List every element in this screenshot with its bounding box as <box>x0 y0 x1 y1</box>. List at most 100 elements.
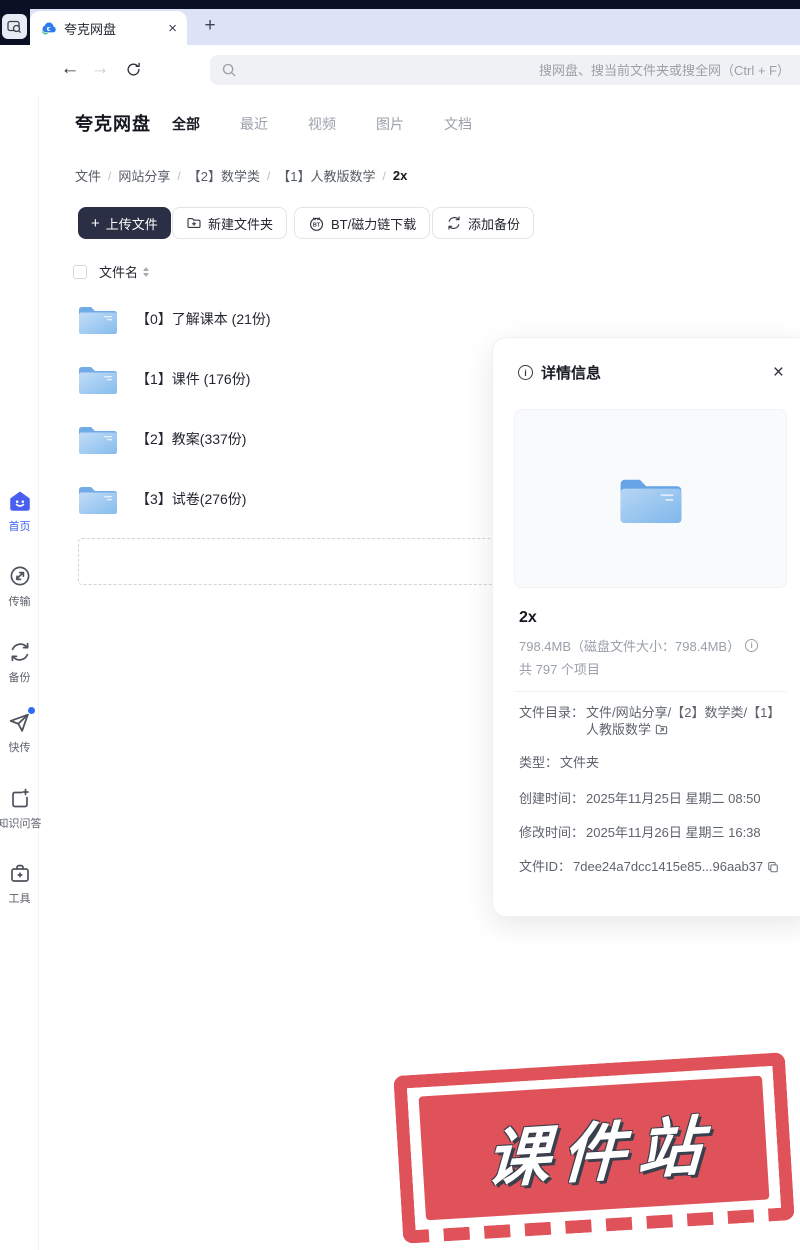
stamp-inner: 课件站 <box>419 1076 770 1221</box>
tab-bar-left-dark <box>0 9 30 45</box>
page-title: 夸克网盘 <box>75 110 151 136</box>
file-row[interactable]: 【3】试卷(276份) <box>78 471 478 527</box>
file-id-value: 7dee24a7dcc1415e85...96aab37 <box>573 858 779 875</box>
sidebar-item-backup[interactable]: 备份 <box>0 639 39 685</box>
backup-icon <box>7 639 33 665</box>
info-icon: i <box>518 365 533 380</box>
bt-download-label: BT/磁力链下载 <box>331 214 416 233</box>
goto-folder-icon[interactable] <box>655 723 668 736</box>
breadcrumb-separator: / <box>383 169 386 183</box>
select-all-checkbox[interactable] <box>73 265 87 279</box>
breadcrumb-item[interactable]: 【1】人教版数学 <box>277 166 375 185</box>
svg-text:BT: BT <box>313 222 321 228</box>
folder-preview <box>514 409 787 588</box>
quick-send-icon <box>7 709 33 735</box>
quark-cloud-logo-icon <box>40 20 57 37</box>
detail-type-row: 类型： 文件夹 <box>519 754 791 771</box>
folder-name: 【2】教案(337份) <box>136 429 246 449</box>
stamp-text: 课件站 <box>472 1094 716 1201</box>
folder-plus-icon <box>186 215 202 231</box>
plus-icon: + <box>91 215 100 232</box>
modified-value: 2025年11月26日 星期三 16:38 <box>586 824 761 841</box>
tab-search-button[interactable] <box>2 14 27 39</box>
quark-drive-window: 夸克网盘 × + ← → 首页 传输 <box>0 0 800 1250</box>
tab-all[interactable]: 全部 <box>172 114 200 134</box>
folder-icon <box>78 423 118 455</box>
modified-label: 修改时间： <box>519 824 584 841</box>
bt-icon: BT <box>308 215 325 232</box>
bt-download-button[interactable]: BT BT/磁力链下载 <box>294 207 430 239</box>
new-folder-button[interactable]: 新建文件夹 <box>172 207 287 239</box>
file-id-label: 文件ID： <box>519 858 571 875</box>
size-text: 798.4MB（磁盘文件大小：798.4MB） <box>519 636 740 655</box>
refresh-button[interactable] <box>119 55 147 83</box>
sidebar-label: 传输 <box>9 593 31 609</box>
browser-tab-quark[interactable]: 夸克网盘 × <box>30 11 187 45</box>
folder-preview-icon <box>619 473 683 525</box>
breadcrumb-item[interactable]: 文件 <box>75 166 101 185</box>
sidebar-label: 首页 <box>9 518 31 534</box>
file-list-header: 文件名 <box>73 262 149 281</box>
refresh-icon <box>125 61 142 78</box>
courseware-stamp: 课件站 <box>393 1052 795 1244</box>
created-value: 2025年11月25日 星期二 08:50 <box>586 790 761 807</box>
filter-tabs: 全部 最近 视频 图片 文档 <box>172 114 472 134</box>
forward-button[interactable]: → <box>86 55 114 83</box>
sidebar-item-home[interactable]: 首页 <box>0 488 39 534</box>
detail-panel: i 详情信息 × 2x 798.4MB（磁盘文件大小：798.4MB） i 共 … <box>492 337 800 917</box>
transfer-icon <box>7 563 33 589</box>
upload-label: 上传文件 <box>106 214 158 233</box>
sidebar-label: 知识问答 <box>0 815 42 831</box>
breadcrumb-item[interactable]: 网站分享 <box>118 166 170 185</box>
detail-file-id-row: 文件ID： 7dee24a7dcc1415e85...96aab37 <box>519 858 791 875</box>
items-count-text: 共 797 个项目 <box>519 659 600 678</box>
breadcrumb: 文件 / 网站分享 / 【2】数学类 / 【1】人教版数学 / 2x <box>75 166 407 185</box>
tab-close-icon[interactable]: × <box>168 21 177 36</box>
folder-icon <box>78 483 118 515</box>
tab-doc[interactable]: 文档 <box>444 114 472 134</box>
back-button[interactable]: ← <box>56 55 84 83</box>
add-backup-label: 添加备份 <box>468 214 520 233</box>
breadcrumb-item[interactable]: 【2】数学类 <box>188 166 260 185</box>
window-title-strip <box>0 0 800 9</box>
upload-button[interactable]: + 上传文件 <box>78 207 171 239</box>
tab-recent[interactable]: 最近 <box>240 114 268 134</box>
new-folder-label: 新建文件夹 <box>208 214 273 233</box>
home-icon <box>7 488 33 514</box>
detail-items-count: 共 797 个项目 <box>519 659 600 678</box>
folder-name: 【3】试卷(276份) <box>136 489 246 509</box>
sort-icon[interactable] <box>143 267 149 277</box>
created-label: 创建时间： <box>519 790 584 807</box>
panel-close-icon[interactable]: × <box>773 363 784 382</box>
search-icon <box>221 62 237 78</box>
column-filename: 文件名 <box>99 262 138 281</box>
file-row[interactable]: 【0】了解课本 (21份) <box>78 291 478 347</box>
file-row[interactable]: 【2】教案(337份) <box>78 411 478 467</box>
folder-icon <box>78 303 118 335</box>
new-tab-button[interactable]: + <box>197 13 223 39</box>
sidebar-item-tools[interactable]: 工具 <box>0 860 39 906</box>
add-backup-button[interactable]: 添加备份 <box>432 207 534 239</box>
sidebar-item-transfer[interactable]: 传输 <box>0 563 39 609</box>
breadcrumb-current: 2x <box>393 168 407 183</box>
folder-name: 【1】课件 (176份) <box>136 369 250 389</box>
copy-icon[interactable] <box>767 861 779 873</box>
notification-dot <box>28 707 35 714</box>
tab-image[interactable]: 图片 <box>376 114 404 134</box>
search-input[interactable] <box>237 55 800 85</box>
size-info-icon[interactable]: i <box>745 639 758 652</box>
sidebar-item-quick-send[interactable]: 快传 <box>0 709 39 755</box>
breadcrumb-separator: / <box>267 169 270 183</box>
detail-panel-header: i 详情信息 × <box>518 362 784 383</box>
tab-video[interactable]: 视频 <box>308 114 336 134</box>
detail-size: 798.4MB（磁盘文件大小：798.4MB） i <box>519 636 758 655</box>
address-search-field[interactable] <box>210 55 800 85</box>
sidebar-label: 工具 <box>9 890 31 906</box>
tab-title: 夸克网盘 <box>64 19 168 38</box>
file-row[interactable]: 【1】课件 (176份) <box>78 351 478 407</box>
detail-directory-row: 文件目录： 文件/网站分享/【2】数学类/【1】人教版数学 <box>519 704 791 738</box>
sidebar-label: 快传 <box>9 739 31 755</box>
folder-name: 【0】了解课本 (21份) <box>136 309 271 329</box>
sidebar-item-qa[interactable]: 知识问答 <box>0 785 39 831</box>
type-label: 类型： <box>519 754 558 771</box>
